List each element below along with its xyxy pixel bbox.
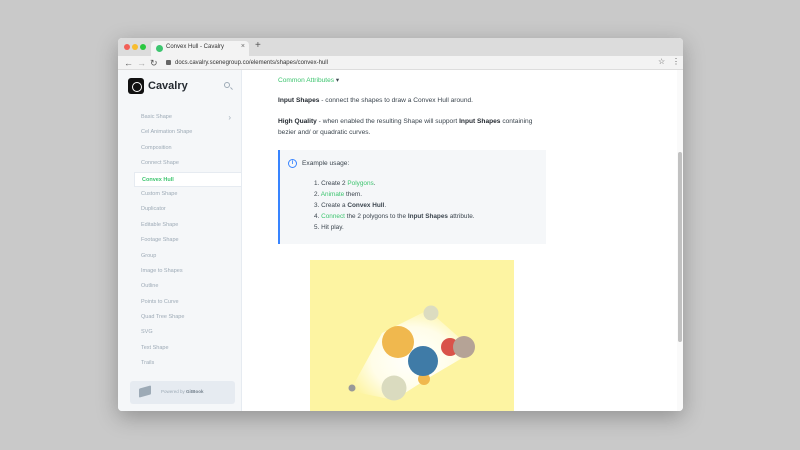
high-quality-term-2: Input Shapes xyxy=(459,118,501,125)
address-bar[interactable]: docs.cavalry.scenegroup.co/elements/shap… xyxy=(175,58,328,68)
page-content: Common Attributes ▾ Input Shapes - conne… xyxy=(242,70,677,411)
caret-down-icon[interactable]: ▾ xyxy=(336,77,339,84)
input-shapes-paragraph: Input Shapes - connect the shapes to dra… xyxy=(278,95,473,106)
sidebar-item-convex-hull[interactable]: Convex Hull xyxy=(134,171,241,187)
step-4-end: attribute. xyxy=(447,213,475,220)
convex-hull-demo-image xyxy=(310,260,514,411)
sage-circle-bottom xyxy=(381,375,407,401)
sidebar-item-custom-shape[interactable]: Custom Shape xyxy=(134,187,241,202)
chevron-right-icon[interactable]: › xyxy=(228,110,231,125)
scrollbar-thumb[interactable] xyxy=(678,152,682,342)
search-icon[interactable] xyxy=(224,82,230,88)
powered-prefix: Powered by xyxy=(161,389,185,394)
step-3-end: . xyxy=(384,202,387,209)
orange-circle xyxy=(382,326,414,358)
step-2-number: 2. xyxy=(314,191,321,198)
breadcrumb: Common Attributes ▾ xyxy=(278,75,339,86)
sidebar-item-editable-shape[interactable]: Editable Shape xyxy=(134,218,241,233)
high-quality-term: High Quality xyxy=(278,118,317,125)
sage-circle-top xyxy=(423,305,439,321)
favicon-icon xyxy=(156,45,163,52)
sidebar-item-outline[interactable]: Outline xyxy=(134,279,241,294)
sidebar-item-duplicator[interactable]: Duplicator xyxy=(134,202,241,217)
step-3: 3. Create a Convex Hull. xyxy=(314,200,475,211)
common-attributes-link[interactable]: Common Attributes xyxy=(278,77,334,84)
docs-sidebar: Cavalry Basic Shape › Cel Animation Shape… xyxy=(118,70,242,411)
forward-arrow-icon[interactable]: → xyxy=(137,57,146,69)
demo-illustration xyxy=(348,305,475,401)
cavalry-logo-icon[interactable] xyxy=(128,78,144,94)
hint-title: Example usage: xyxy=(302,160,350,167)
star-icon[interactable]: ☆ xyxy=(658,57,665,66)
sidebar-item-cel-animation-shape[interactable]: Cel Animation Shape xyxy=(134,125,241,140)
animate-link[interactable]: Animate xyxy=(321,191,344,198)
sidebar-item-quad-tree-shape[interactable]: Quad Tree Shape xyxy=(134,310,241,325)
input-shapes-desc: - connect the shapes to draw a Convex Hu… xyxy=(319,97,473,104)
blue-circle xyxy=(408,346,438,376)
lock-icon[interactable] xyxy=(166,60,171,65)
sidebar-item-text-shape[interactable]: Text Shape xyxy=(134,341,241,356)
maximize-window-button[interactable] xyxy=(140,44,146,50)
tab-convex-hull[interactable]: Convex Hull - Cavalry × xyxy=(151,41,249,56)
powered-by-gitbook[interactable]: Powered by GitBook xyxy=(130,381,235,404)
reload-icon[interactable]: ↻ xyxy=(150,57,158,69)
sidebar-nav: Basic Shape › Cel Animation Shape Composi… xyxy=(134,110,241,372)
powered-by-text: Powered by GitBook xyxy=(161,389,204,394)
browser-window: Convex Hull - Cavalry × + ← → ↻ docs.cav… xyxy=(118,38,683,411)
step-3-text: 3. Create a xyxy=(314,202,348,209)
brand-name[interactable]: Cavalry xyxy=(148,80,188,92)
sidebar-item-label: Basic Shape xyxy=(141,114,172,120)
polygons-link[interactable]: Polygons xyxy=(347,180,373,187)
step-1-text: 1. Create 2 xyxy=(314,180,348,187)
high-quality-paragraph: High Quality - when enabled the resultin… xyxy=(278,116,543,138)
small-grey-dot xyxy=(348,384,356,392)
close-window-button[interactable] xyxy=(124,44,130,50)
step-2-text: them. xyxy=(344,191,362,198)
page-scrollbar[interactable] xyxy=(677,70,683,411)
sidebar-item-trails[interactable]: Trails xyxy=(134,356,241,371)
tab-bar: Convex Hull - Cavalry × + xyxy=(118,38,683,56)
step-1: 1. Create 2 Polygons. xyxy=(314,178,475,189)
sidebar-item-image-to-shapes[interactable]: Image to Shapes xyxy=(134,264,241,279)
high-quality-desc-1: - when enabled the resulting Shape will … xyxy=(316,118,460,125)
browser-toolbar: ← → ↻ docs.cavalry.scenegroup.co/element… xyxy=(118,56,683,70)
convex-hull-term: Convex Hull xyxy=(347,202,385,209)
sidebar-item-basic-shape[interactable]: Basic Shape › xyxy=(134,110,241,125)
input-shapes-attr: Input Shapes xyxy=(407,213,448,220)
gitbook-icon xyxy=(139,385,151,398)
tab-title: Convex Hull - Cavalry xyxy=(166,44,225,50)
step-1-end: . xyxy=(373,180,376,187)
sidebar-item-group[interactable]: Group xyxy=(134,249,241,264)
connect-link[interactable]: Connect xyxy=(321,213,345,220)
tab-close-icon[interactable]: × xyxy=(241,43,245,50)
back-arrow-icon[interactable]: ← xyxy=(124,57,133,69)
sidebar-item-svg[interactable]: SVG xyxy=(134,325,241,340)
new-tab-button[interactable]: + xyxy=(255,40,261,52)
sidebar-item-footage-shape[interactable]: Footage Shape xyxy=(134,233,241,248)
taupe-circle xyxy=(453,336,475,358)
step-2: 2. Animate them. xyxy=(314,189,475,200)
steps-list: 1. Create 2 Polygons. 2. Animate them. 3… xyxy=(314,178,475,233)
info-icon: i xyxy=(288,159,297,168)
sidebar-item-points-to-curve[interactable]: Points to Curve xyxy=(134,295,241,310)
minimize-window-button[interactable] xyxy=(132,44,138,50)
sidebar-item-connect-shape[interactable]: Connect Shape xyxy=(134,156,241,171)
example-hint: i Example usage: 1. Create 2 Polygons. 2… xyxy=(278,150,546,244)
input-shapes-term: Input Shapes xyxy=(278,97,320,104)
step-4: 4. Connect the 2 polygons to the Input S… xyxy=(314,211,475,222)
step-4-text: the 2 polygons to the xyxy=(344,213,408,220)
powered-brand: GitBook xyxy=(186,389,204,394)
kebab-menu-icon[interactable]: ⋮ xyxy=(672,57,680,66)
step-5: 5. Hit play. xyxy=(314,224,344,231)
sidebar-item-composition[interactable]: Composition xyxy=(134,141,241,156)
